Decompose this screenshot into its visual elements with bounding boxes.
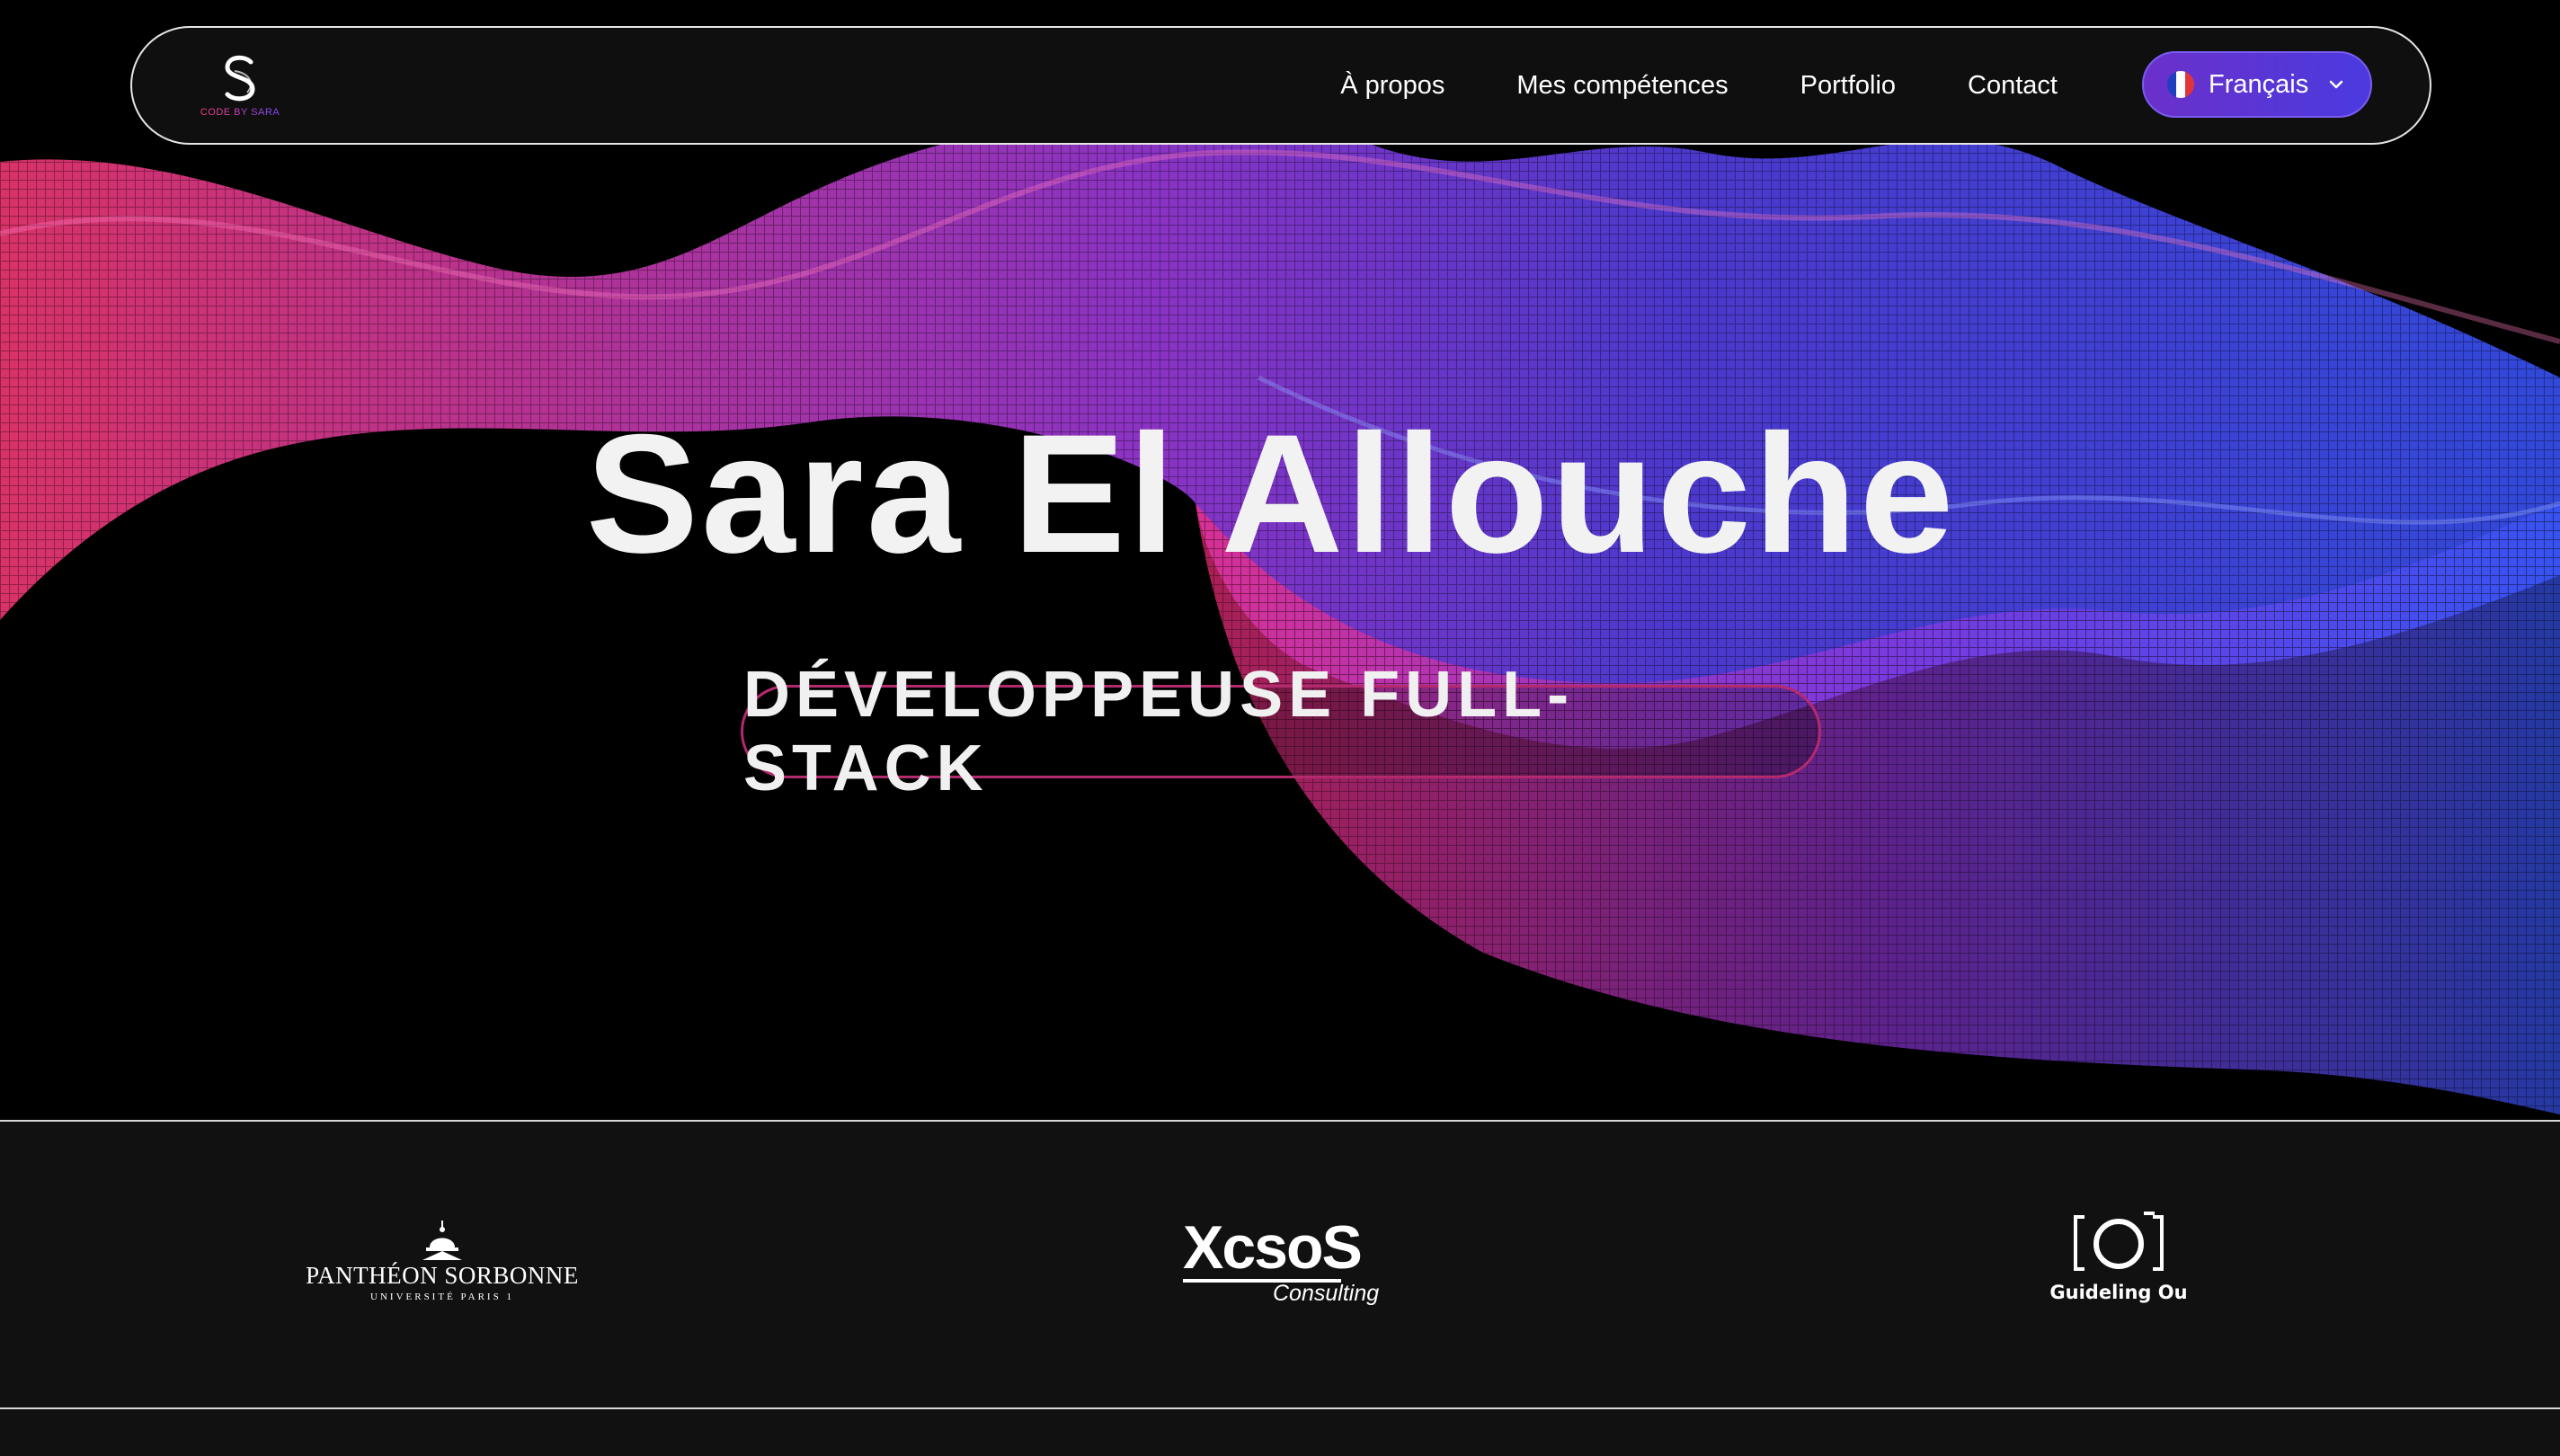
hero-name-text: Sara El Allouche	[585, 399, 1957, 588]
camera-icon	[2074, 1212, 2164, 1271]
france-flag-icon	[2167, 71, 2194, 98]
partner-subtitle: UNIVERSITÉ PARIS 1	[370, 1292, 514, 1302]
nav-link-skills[interactable]: Mes compétences	[1516, 71, 1728, 101]
partner-pantheon-sorbonne: PANTHÉON SORBONNE UNIVERSITÉ PARIS 1	[306, 1221, 578, 1302]
top-navbar: CODE BY SARA À propos Mes compétences Po…	[130, 26, 2431, 145]
nav-links: À propos Mes compétences Portfolio Conta…	[1340, 28, 2058, 143]
site-logo[interactable]: CODE BY SARA	[195, 53, 285, 125]
next-section-edge	[0, 1409, 2560, 1456]
role-badge: DÉVELOPPEUSE FULL-STACK	[741, 659, 1821, 804]
partner-guideling: Guideling Ou	[2049, 1212, 2188, 1303]
language-label: Français	[2209, 69, 2309, 99]
hero-section: CODE BY SARA À propos Mes compétences Po…	[0, 0, 2560, 1120]
pantheon-dome-icon	[422, 1221, 462, 1260]
partners-section: PANTHÉON SORBONNE UNIVERSITÉ PARIS 1 Xcs…	[0, 1122, 2560, 1407]
logo-caption: CODE BY SARA	[200, 107, 280, 118]
chevron-down-icon	[2329, 80, 2343, 89]
nav-link-contact[interactable]: Contact	[1968, 71, 2058, 101]
partner-name: XcsoS	[1183, 1213, 1363, 1282]
nav-link-about[interactable]: À propos	[1340, 71, 1444, 101]
logo-s-icon	[225, 55, 255, 102]
partner-xcsos-consulting: XcsoS Consulting	[1183, 1213, 1390, 1307]
language-selector[interactable]: Français	[2142, 51, 2372, 118]
partner-name: Guideling Ou	[2049, 1282, 2188, 1303]
role-text: DÉVELOPPEUSE FULL-STACK	[743, 659, 1575, 804]
nav-link-portfolio[interactable]: Portfolio	[1800, 71, 1896, 101]
partner-name: PANTHÉON SORBONNE	[306, 1262, 579, 1289]
partner-subtitle: Consulting	[1273, 1281, 1380, 1307]
hero-name: Sara El Allouche	[0, 409, 2560, 578]
